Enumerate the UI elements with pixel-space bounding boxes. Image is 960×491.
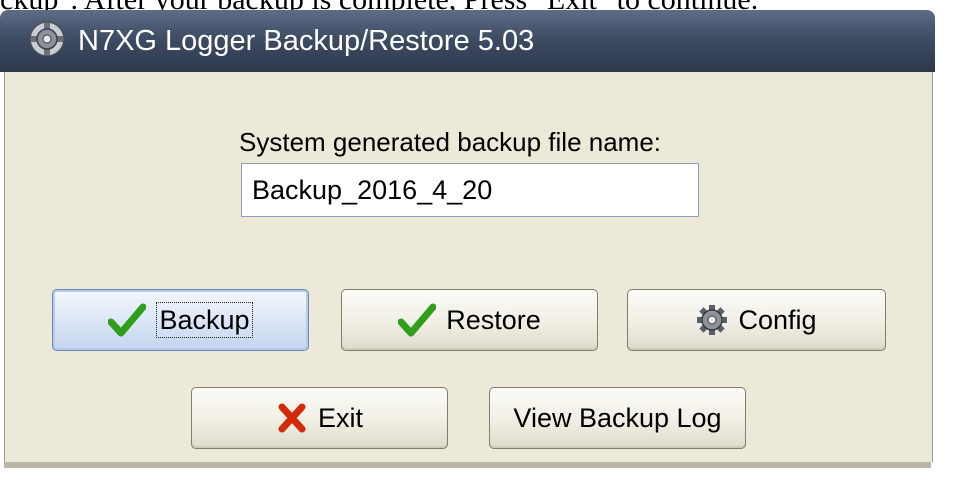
title-bar[interactable]: N7XG Logger Backup/Restore 5.03 [0,10,935,72]
gear-app-icon [29,21,65,57]
exit-button-label: Exit [317,403,363,433]
backup-filename-input[interactable] [241,163,699,217]
backup-restore-window: N7XG Logger Backup/Restore 5.03 System g… [0,10,935,491]
window-title: N7XG Logger Backup/Restore 5.03 [78,25,535,57]
exit-button[interactable]: Exit [191,387,448,449]
green-check-icon [108,303,147,337]
window-bottom-border [4,462,931,468]
restore-button-label: Restore [446,305,541,335]
gear-icon [697,305,728,335]
backup-button-label: Backup [156,302,253,338]
config-button-label: Config [738,305,817,335]
view-backup-log-button-label: View Backup Log [513,403,722,433]
backup-button[interactable]: Backup [52,289,309,351]
restore-button[interactable]: Restore [341,289,598,351]
red-x-icon [278,403,306,433]
dialog-body: System generated backup file name: Backu… [4,72,933,462]
green-check-icon [398,303,437,337]
config-button[interactable]: Config [627,289,886,351]
backup-filename-label: System generated backup file name: [239,127,662,157]
view-backup-log-button[interactable]: View Backup Log [489,387,746,449]
